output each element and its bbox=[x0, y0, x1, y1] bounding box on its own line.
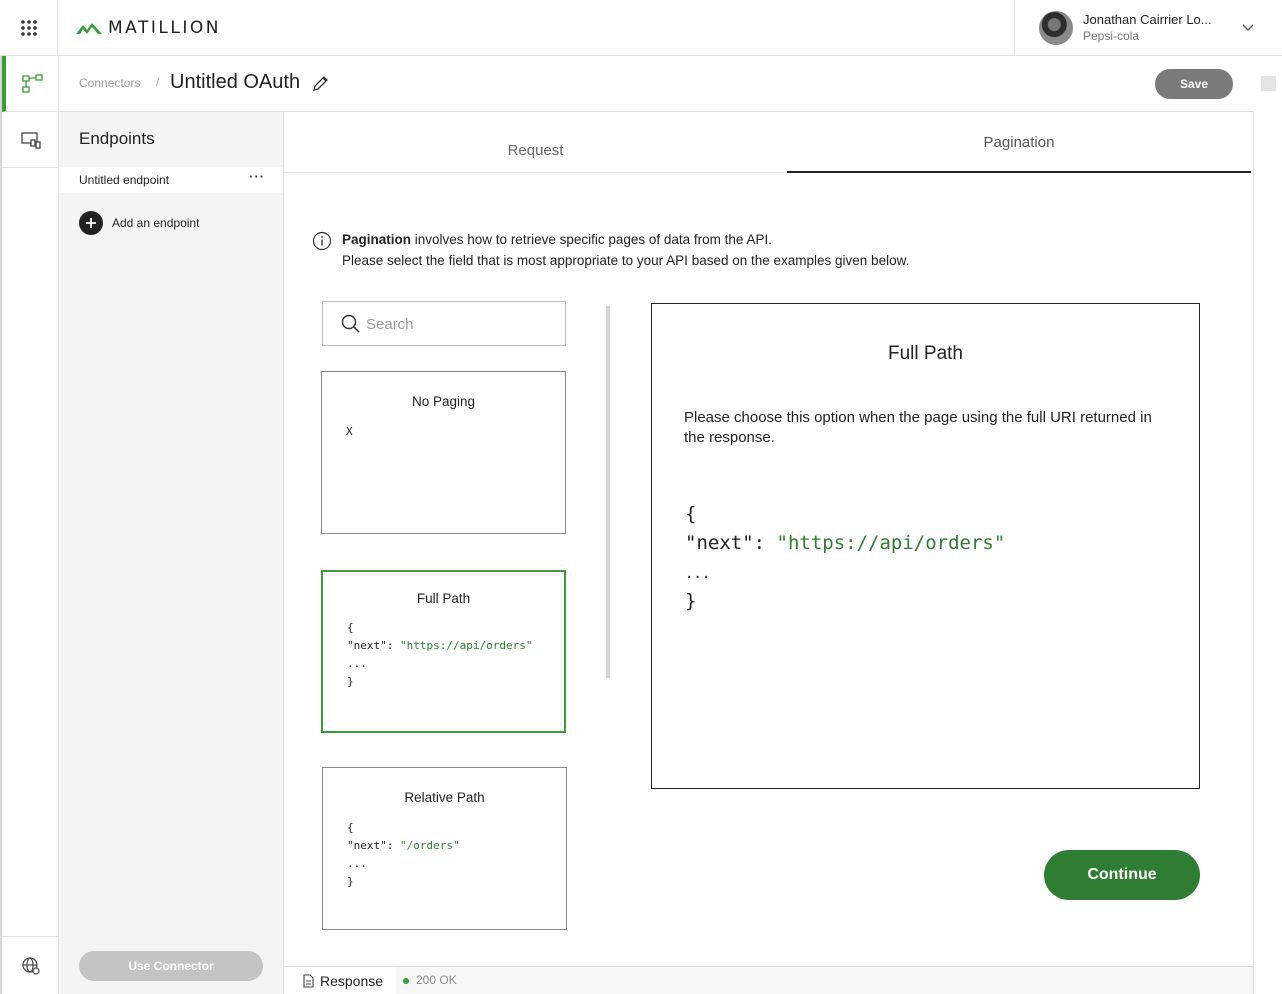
nav-connectors[interactable] bbox=[2, 56, 59, 112]
code-open-brace: { bbox=[347, 821, 354, 834]
detail-description: Please choose this option when the page … bbox=[684, 409, 1152, 446]
option-card-title: No Paging bbox=[411, 394, 476, 409]
user-menu[interactable]: Jonathan Cairrier Lo... Pepsi-cola bbox=[1014, 0, 1282, 56]
avatar bbox=[1039, 11, 1073, 45]
options-scrollbar[interactable] bbox=[606, 306, 610, 678]
chevron-down-icon[interactable] bbox=[1241, 20, 1255, 34]
code-open-brace: { bbox=[347, 621, 354, 634]
code-value: "https://api/orders" bbox=[400, 639, 533, 652]
option-card-code: { "next": "https://api/orders" ... } bbox=[347, 619, 532, 691]
code-key: "next" bbox=[347, 839, 387, 852]
search-input[interactable] bbox=[366, 312, 556, 336]
breadcrumb-connectors-link[interactable]: Connectors bbox=[79, 76, 140, 90]
breadcrumb-separator: / bbox=[156, 75, 160, 89]
pencil-icon[interactable] bbox=[312, 74, 330, 92]
nav-global-settings[interactable] bbox=[2, 936, 59, 994]
code-key: "next" bbox=[347, 639, 387, 652]
tab-request[interactable]: Request bbox=[284, 112, 787, 173]
endpoints-panel: Endpoints Untitled endpoint ··· Add an e… bbox=[59, 112, 284, 994]
info-icon bbox=[312, 231, 332, 251]
globe-location-icon bbox=[21, 956, 40, 975]
left-navigation-rail bbox=[0, 56, 59, 994]
detail-code-example: { "next": "https://api/orders" ... } bbox=[685, 500, 1005, 616]
top-bar: MATILLION Jonathan Cairrier Lo... Pepsi-… bbox=[0, 0, 1282, 56]
add-endpoint-label: Add an endpoint bbox=[112, 216, 200, 230]
add-endpoint-button[interactable]: Add an endpoint bbox=[79, 211, 199, 235]
info-bold-term: Pagination bbox=[342, 232, 412, 247]
search-box[interactable] bbox=[322, 301, 566, 346]
document-icon bbox=[303, 974, 314, 988]
status-text: 200 OK bbox=[416, 973, 457, 987]
code-colon: : bbox=[386, 839, 400, 852]
page-header: Connectors / Untitled OAuth Save bbox=[59, 56, 1254, 112]
plus-circle-icon bbox=[79, 211, 103, 235]
option-card-code: X bbox=[346, 425, 353, 438]
matillion-logo-icon bbox=[76, 23, 102, 34]
search-icon bbox=[341, 314, 360, 333]
option-card-title: Relative Path bbox=[404, 790, 485, 805]
use-connector-button[interactable]: Use Connector bbox=[79, 951, 263, 981]
status-indicator-dot bbox=[403, 978, 409, 984]
code-close-brace: } bbox=[685, 590, 697, 612]
more-options-icon[interactable]: ··· bbox=[249, 169, 265, 184]
option-card-relative-path[interactable]: Relative Path { "next": "/orders" ... } bbox=[322, 767, 567, 930]
option-card-no-paging[interactable]: No Paging X bbox=[321, 371, 566, 534]
endpoint-label: Untitled endpoint bbox=[79, 173, 170, 187]
code-value: "https://api/orders" bbox=[776, 532, 1006, 554]
option-card-full-path[interactable]: Full Path { "next": "https://api/orders"… bbox=[321, 570, 566, 733]
response-status-bar: Response 200 OK bbox=[284, 966, 1253, 994]
info-text-rest: involves how to retrieve specific pages … bbox=[411, 232, 772, 247]
code-open-brace: { bbox=[685, 503, 697, 525]
code-ellipsis: ... bbox=[685, 566, 711, 582]
info-text-line-1: Pagination involves how to retrieve spec… bbox=[342, 232, 772, 247]
connectors-icon bbox=[21, 73, 43, 93]
response-label: Response bbox=[320, 973, 384, 989]
apps-grid-button[interactable] bbox=[0, 0, 58, 56]
option-detail-panel: Full Path Please choose this option when… bbox=[651, 303, 1200, 789]
brand-logo[interactable]: MATILLION bbox=[76, 18, 221, 38]
content-right-border bbox=[1253, 112, 1254, 994]
info-text-line-2: Please select the field that is most app… bbox=[342, 253, 910, 268]
save-button[interactable]: Save bbox=[1155, 69, 1233, 99]
page-scrollbar-thumb[interactable] bbox=[1261, 76, 1276, 91]
option-card-code: { "next": "/orders" ... } bbox=[347, 819, 460, 891]
option-card-title: Full Path bbox=[416, 591, 471, 606]
environment-icon bbox=[20, 131, 41, 149]
code-value: "/orders" bbox=[400, 839, 460, 852]
code-colon: : bbox=[753, 532, 777, 554]
code-colon: : bbox=[386, 639, 400, 652]
detail-title: Full Path bbox=[888, 343, 963, 364]
code-close-brace: } bbox=[347, 675, 354, 688]
brand-name: MATILLION bbox=[108, 18, 221, 38]
code-ellipsis: ... bbox=[347, 657, 367, 670]
continue-button[interactable]: Continue bbox=[1044, 850, 1200, 900]
nav-environments[interactable] bbox=[2, 112, 59, 168]
apps-grid-icon bbox=[20, 20, 37, 36]
response-tab[interactable]: Response bbox=[284, 967, 396, 994]
code-ellipsis: ... bbox=[347, 857, 367, 870]
tab-bar: Request Pagination bbox=[284, 112, 1253, 173]
tab-pagination[interactable]: Pagination bbox=[787, 112, 1251, 173]
code-close-brace: } bbox=[347, 875, 354, 888]
page-title: Untitled OAuth bbox=[170, 71, 301, 93]
endpoint-list-item[interactable]: Untitled endpoint ··· bbox=[59, 167, 283, 193]
user-name: Jonathan Cairrier Lo... bbox=[1083, 12, 1212, 27]
user-organization: Pepsi-cola bbox=[1083, 29, 1140, 43]
code-key: "next" bbox=[685, 532, 754, 554]
endpoints-heading: Endpoints bbox=[79, 129, 155, 148]
